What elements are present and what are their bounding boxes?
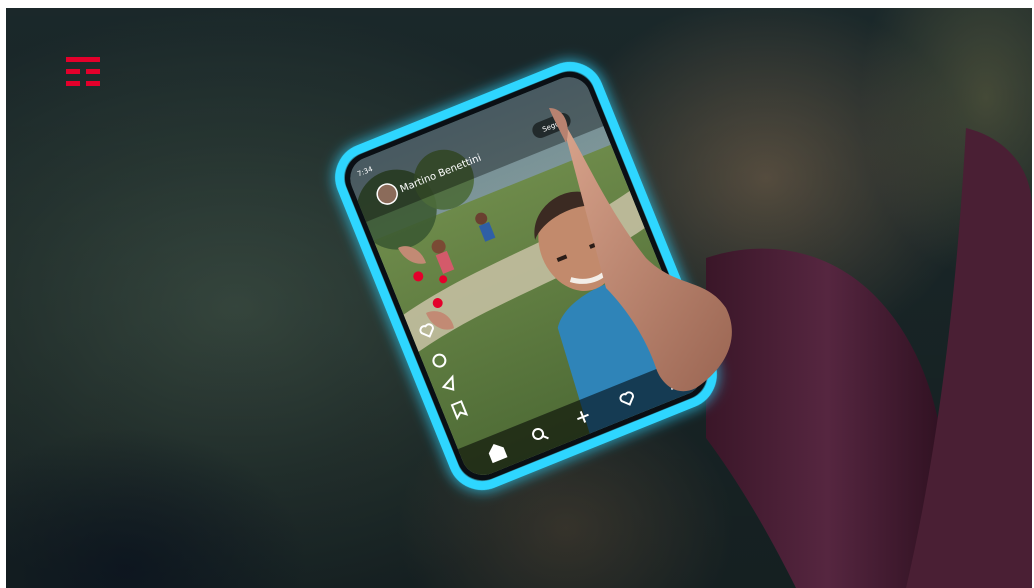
phone-scene: 7:34 Martino Benettini Segui [335,61,1032,588]
hero-image: 7:34 Martino Benettini Segui [6,8,1032,588]
person-arm [706,128,1032,588]
